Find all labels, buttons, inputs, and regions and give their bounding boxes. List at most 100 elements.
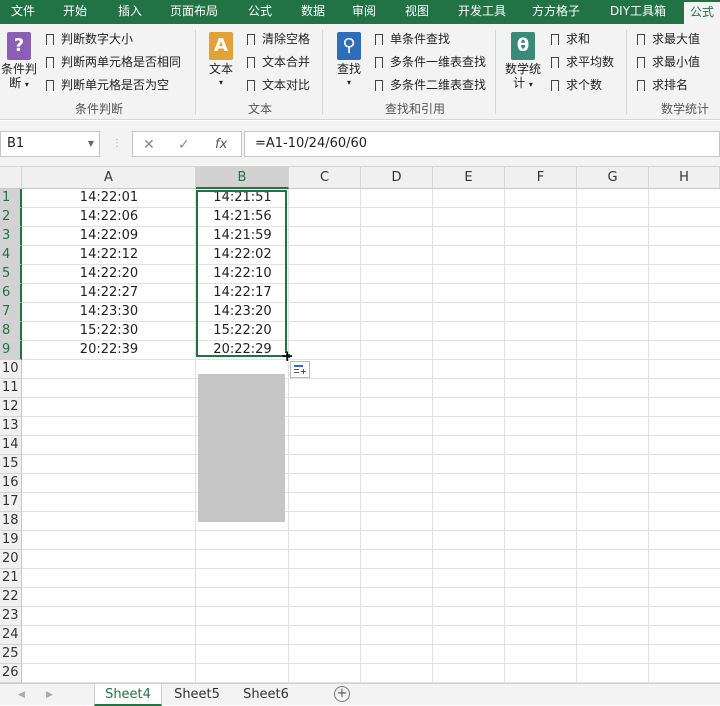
formula-input[interactable]: =A1-10/24/60/60 [244, 131, 720, 157]
text-merge-button[interactable]: 文本合并 [247, 52, 310, 72]
max-button[interactable]: 求最大值 [637, 29, 700, 49]
column-header-b[interactable]: B [196, 167, 289, 189]
row-header-6[interactable]: 6 [0, 284, 22, 303]
sheet-tab-bar: ◀ ▶ Sheet4 Sheet5 Sheet6 + [0, 683, 720, 706]
clear-spaces-button[interactable]: 清除空格 [247, 29, 310, 49]
tab-diy-toolbox[interactable]: DIY工具箱 [592, 0, 684, 24]
tab-formulas[interactable]: 公式 [232, 0, 288, 24]
cell-a5[interactable]: 14:22:20 [22, 265, 196, 283]
column-header-g[interactable]: G [577, 167, 649, 189]
row-header-20[interactable]: 20 [0, 550, 22, 569]
scroll-left-icon[interactable]: ◀ [18, 684, 25, 706]
chevron-down-icon[interactable]: ▼ [88, 132, 94, 156]
add-sheet-button[interactable]: + [334, 686, 350, 702]
row-header-1[interactable]: 1 [0, 189, 22, 208]
judge-two-cells-same-button[interactable]: 判断两单元格是否相同 [46, 52, 181, 72]
tab-file[interactable]: 文件 [0, 0, 46, 24]
tab-view[interactable]: 视图 [390, 0, 444, 24]
name-box[interactable]: B1 ▼ [0, 131, 100, 157]
select-all-corner[interactable] [0, 167, 22, 189]
row-header-22[interactable]: 22 [0, 588, 22, 607]
row-header-9[interactable]: 9 [0, 341, 22, 360]
column-header-h[interactable]: H [649, 167, 720, 189]
row-header-17[interactable]: 17 [0, 493, 22, 512]
row-header-2[interactable]: 2 [0, 208, 22, 227]
chevron-down-icon: ▾ [218, 78, 223, 87]
column-header-f[interactable]: F [505, 167, 577, 189]
single-condition-lookup-button[interactable]: 单条件查找 [375, 29, 450, 49]
column-header-e[interactable]: E [433, 167, 505, 189]
lookup-button[interactable]: ⚲ 查找 ▾ [330, 32, 368, 90]
multi-condition-2d-lookup-button[interactable]: 多条件二维表查找 [375, 75, 486, 95]
cell-a1[interactable]: 14:22:01 [22, 189, 196, 207]
tab-fangfang[interactable]: 方方格子 [520, 0, 592, 24]
row-header-13[interactable]: 13 [0, 417, 22, 436]
judge-cell-empty-button[interactable]: 判断单元格是否为空 [46, 75, 169, 95]
row-header-18[interactable]: 18 [0, 512, 22, 531]
row-header-21[interactable]: 21 [0, 569, 22, 588]
question-icon: ? [7, 32, 31, 60]
cell-a4[interactable]: 14:22:12 [22, 246, 196, 264]
row-header-15[interactable]: 15 [0, 455, 22, 474]
row-header-8[interactable]: 8 [0, 322, 22, 341]
scroll-right-icon[interactable]: ▶ [46, 684, 53, 706]
judge-number-size-button[interactable]: 判断数字大小 [46, 29, 133, 49]
cell-a8[interactable]: 15:22:30 [22, 322, 196, 340]
tab-developer[interactable]: 开发工具 [444, 0, 520, 24]
row-header-23[interactable]: 23 [0, 607, 22, 626]
worksheet-grid[interactable]: A B C D E F G H 1 2 3 4 5 6 7 8 9 10 11 12 13 14 15 16 1… [0, 167, 720, 683]
cell-a3[interactable]: 14:22:09 [22, 227, 196, 245]
multi-condition-1d-lookup-button[interactable]: 多条件一维表查找 [375, 52, 486, 72]
quick-analysis-icon[interactable] [290, 361, 310, 378]
condition-judge-button[interactable]: ? 条件判 断 ▾ [0, 32, 38, 92]
row-header-11[interactable]: 11 [0, 379, 22, 398]
row-gridline [22, 359, 720, 360]
tab-page-layout[interactable]: 页面布局 [156, 0, 232, 24]
tab-review[interactable]: 审阅 [338, 0, 390, 24]
enter-icon[interactable]: ✓ [178, 132, 190, 158]
row-header-25[interactable]: 25 [0, 645, 22, 664]
more-options-icon: ⋮ [112, 138, 122, 149]
cell-a2[interactable]: 14:22:06 [22, 208, 196, 226]
math-stats-button[interactable]: θ 数学统 计 ▾ [502, 32, 544, 92]
average-button[interactable]: 求平均数 [551, 52, 614, 72]
row-header-14[interactable]: 14 [0, 436, 22, 455]
row-header-16[interactable]: 16 [0, 474, 22, 493]
insert-function-icon[interactable]: fx [215, 132, 227, 158]
text-button[interactable]: A 文本 ▾ [201, 32, 241, 90]
tab-data[interactable]: 数据 [288, 0, 338, 24]
single-condition-lookup-label: 单条件查找 [390, 32, 451, 46]
rank-label: 求排名 [652, 78, 689, 92]
count-button[interactable]: 求个数 [551, 75, 602, 95]
row-header-3[interactable]: 3 [0, 227, 22, 246]
cell-a6[interactable]: 14:22:27 [22, 284, 196, 302]
clear-spaces-label: 清除空格 [262, 32, 311, 46]
sheet-tab-sheet6[interactable]: Sheet6 [232, 684, 300, 706]
min-button[interactable]: 求最小值 [637, 52, 700, 72]
sheet-tab-sheet4[interactable]: Sheet4 [94, 684, 162, 706]
row-header-24[interactable]: 24 [0, 626, 22, 645]
group-divider [495, 30, 496, 114]
cancel-icon[interactable]: ✕ [143, 132, 155, 158]
column-header-c[interactable]: C [289, 167, 361, 189]
tab-home[interactable]: 开始 [46, 0, 104, 24]
row-header-5[interactable]: 5 [0, 265, 22, 284]
row-gridline [22, 397, 720, 398]
bookmark-icon [637, 33, 645, 48]
row-header-26[interactable]: 26 [0, 664, 22, 683]
row-header-4[interactable]: 4 [0, 246, 22, 265]
column-header-d[interactable]: D [361, 167, 433, 189]
tab-insert[interactable]: 插入 [104, 0, 156, 24]
sheet-tab-sheet5[interactable]: Sheet5 [164, 684, 230, 706]
cell-a9[interactable]: 20:22:39 [22, 341, 196, 359]
row-header-7[interactable]: 7 [0, 303, 22, 322]
row-header-19[interactable]: 19 [0, 531, 22, 550]
row-header-12[interactable]: 12 [0, 398, 22, 417]
cell-a7[interactable]: 14:23:30 [22, 303, 196, 321]
tab-formula-active[interactable]: 公式 [684, 0, 720, 24]
column-header-a[interactable]: A [22, 167, 196, 189]
text-compare-button[interactable]: 文本对比 [247, 75, 310, 95]
row-header-10[interactable]: 10 [0, 360, 22, 379]
rank-button[interactable]: 求排名 [637, 75, 688, 95]
sum-button[interactable]: 求和 [551, 29, 590, 49]
